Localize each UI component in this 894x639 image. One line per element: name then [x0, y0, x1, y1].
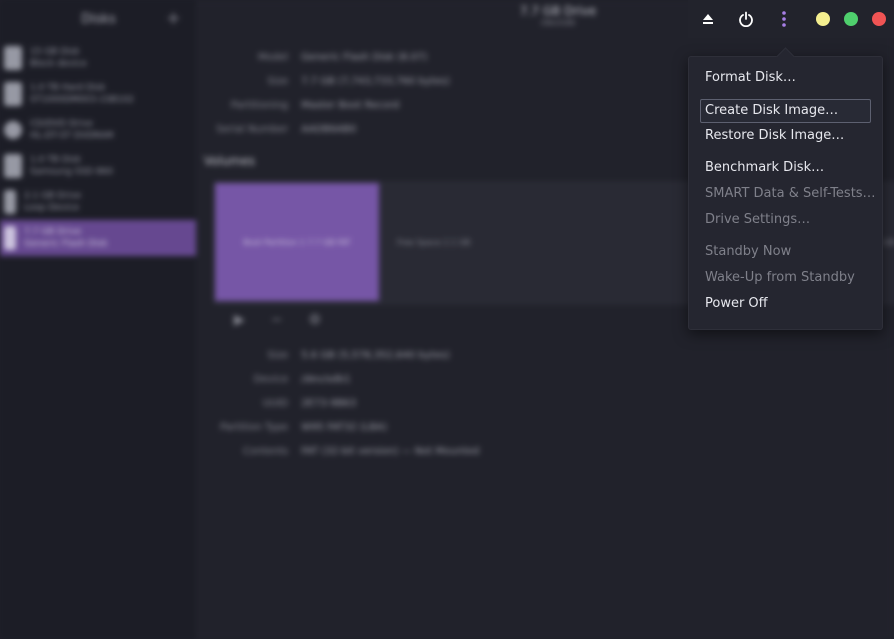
play-icon[interactable]: ▶ — [234, 312, 271, 328]
property-row: Size 7.7 GB (7,743,733,760 bytes) — [198, 76, 718, 87]
usb-drive-icon — [4, 226, 16, 250]
detail-key: Partition Type — [220, 422, 288, 433]
drive-title: 7.7 GB Drive /dev/sdb — [498, 4, 618, 27]
menu-item-power-off[interactable]: Power Off — [701, 293, 772, 315]
disk-desc: Loop Device — [24, 203, 80, 213]
volume-detail-row: Partition Type W95 FAT32 (LBA) — [198, 422, 718, 433]
property-key: Partitioning — [230, 100, 288, 111]
detail-key: Size — [267, 350, 288, 361]
property-key: Size — [267, 76, 288, 87]
sidebar-title: Disks — [81, 11, 116, 27]
menu-item-benchmark-disk[interactable]: Benchmark Disk… — [701, 157, 828, 179]
property-value: Master Boot Record — [301, 100, 400, 111]
volumes-heading: Volumes — [204, 154, 255, 168]
minimize-button[interactable] — [816, 12, 830, 26]
sidebar-item-disk[interactable]: 1.0 TB Disk Samsung SSD 860 — [0, 148, 196, 184]
minus-icon[interactable]: − — [271, 312, 309, 328]
property-value: AADB6AB0 — [301, 124, 357, 135]
disk-desc: Samsung SSD 860 — [30, 167, 114, 177]
property-value: 7.7 GB (7,743,733,760 bytes) — [301, 76, 450, 87]
kebab-menu-icon[interactable] — [773, 8, 795, 30]
usb-drive-icon — [4, 190, 16, 214]
menu-item-standby-now[interactable]: Standby Now — [701, 241, 795, 263]
volume-detail-row: Contents FAT (32-bit version) — Not Moun… — [198, 446, 718, 457]
property-row: Serial Number AADB6AB0 — [198, 124, 718, 135]
drive-icon — [4, 82, 22, 106]
drive-icon — [4, 154, 22, 178]
sidebar-item-disk[interactable]: 2.1 GB Drive Loop Device — [0, 184, 196, 220]
header-bar-controls — [688, 0, 894, 38]
disk-name: 1.0 TB Disk — [30, 155, 82, 165]
volume-detail-row: Size 5.6 GB (5,578,352,640 bytes) — [198, 350, 718, 361]
detail-value: 5.6 GB (5,578,352,640 bytes) — [301, 350, 450, 361]
detail-key: Device — [253, 374, 288, 385]
property-value: Generic Flash Disk (8.07) — [301, 52, 428, 63]
disk-name: CD/DVD Drive — [30, 119, 93, 129]
detail-key: UUID — [262, 398, 288, 409]
drive-icon — [4, 46, 22, 70]
power-icon[interactable] — [735, 8, 757, 30]
property-row: Model Generic Flash Disk (8.07) — [198, 52, 718, 63]
drive-title-text: 7.7 GB Drive — [519, 4, 597, 18]
settings-icon[interactable]: ⚙ — [309, 312, 348, 328]
disk-name: 2.1 GB Drive — [24, 191, 82, 201]
menu-item-create-disk-image[interactable]: Create Disk Image… — [700, 99, 871, 123]
disk-desc: Generic Flash Disk — [24, 239, 108, 249]
menu-item-wake-up[interactable]: Wake-Up from Standby — [701, 267, 859, 289]
sidebar-item-disk[interactable]: CD/DVD Drive HL-DT-ST DVDRAM — [0, 112, 196, 148]
disk-desc: HL-DT-ST DVDRAM — [30, 131, 114, 141]
sidebar-item-disk-selected[interactable]: 7.7 GB Drive Generic Flash Disk — [0, 220, 196, 256]
detail-key: Contents — [243, 446, 288, 457]
close-button[interactable] — [872, 12, 886, 26]
volume-toolbar: ▶−⚙ — [234, 312, 347, 328]
volume-detail-row: Device /dev/sdb1 — [198, 374, 718, 385]
disk-name: 15 GB Disk — [30, 47, 80, 57]
property-row: Partitioning Master Boot Record — [198, 100, 718, 111]
volume-detail-row: UUID 2E73-9B63 — [198, 398, 718, 409]
sidebar-item-disk[interactable]: 15 GB Disk Block device — [0, 40, 196, 76]
menu-item-format-disk[interactable]: Format Disk… — [701, 67, 800, 89]
sidebar-header: Disks + — [0, 0, 197, 38]
detail-value: FAT (32-bit version) — Not Mounted — [301, 446, 480, 457]
disk-name: 7.7 GB Drive — [24, 227, 82, 237]
disks-window: Disks + 15 GB Disk Block device 1.0 TB H… — [0, 0, 894, 639]
volume-partition-selected[interactable]: Boot Partition 1 7.7 GB FAT — [215, 183, 379, 301]
property-key: Model — [257, 52, 288, 63]
eject-icon[interactable] — [697, 8, 719, 30]
add-icon[interactable]: + — [166, 8, 181, 29]
detail-value: /dev/sdb1 — [301, 374, 351, 385]
property-key: Serial Number — [216, 124, 288, 135]
menu-item-drive-settings[interactable]: Drive Settings… — [701, 209, 814, 231]
detail-value: W95 FAT32 (LBA) — [301, 422, 387, 433]
optical-disc-icon — [4, 121, 22, 139]
disk-desc: Block device — [30, 59, 87, 69]
disk-desc: ST1000DM003-1SB102 — [30, 95, 135, 105]
maximize-button[interactable] — [844, 12, 858, 26]
detail-value: 2E73-9B63 — [301, 398, 357, 409]
volume-free-space[interactable]: Free Space 2.1 GB — [385, 183, 507, 301]
disk-name: 1.0 TB Hard Disk — [30, 83, 106, 93]
sidebar-item-disk[interactable]: 1.0 TB Hard Disk ST1000DM003-1SB102 — [0, 76, 196, 112]
menu-item-restore-disk-image[interactable]: Restore Disk Image… — [701, 125, 848, 147]
menu-item-smart-data[interactable]: SMART Data & Self-Tests… — [701, 183, 880, 205]
drive-subtitle: /dev/sdb — [540, 18, 576, 27]
drive-options-menu: Format Disk… Create Disk Image… Restore … — [688, 56, 883, 330]
sidebar: Disks + 15 GB Disk Block device 1.0 TB H… — [0, 0, 198, 639]
